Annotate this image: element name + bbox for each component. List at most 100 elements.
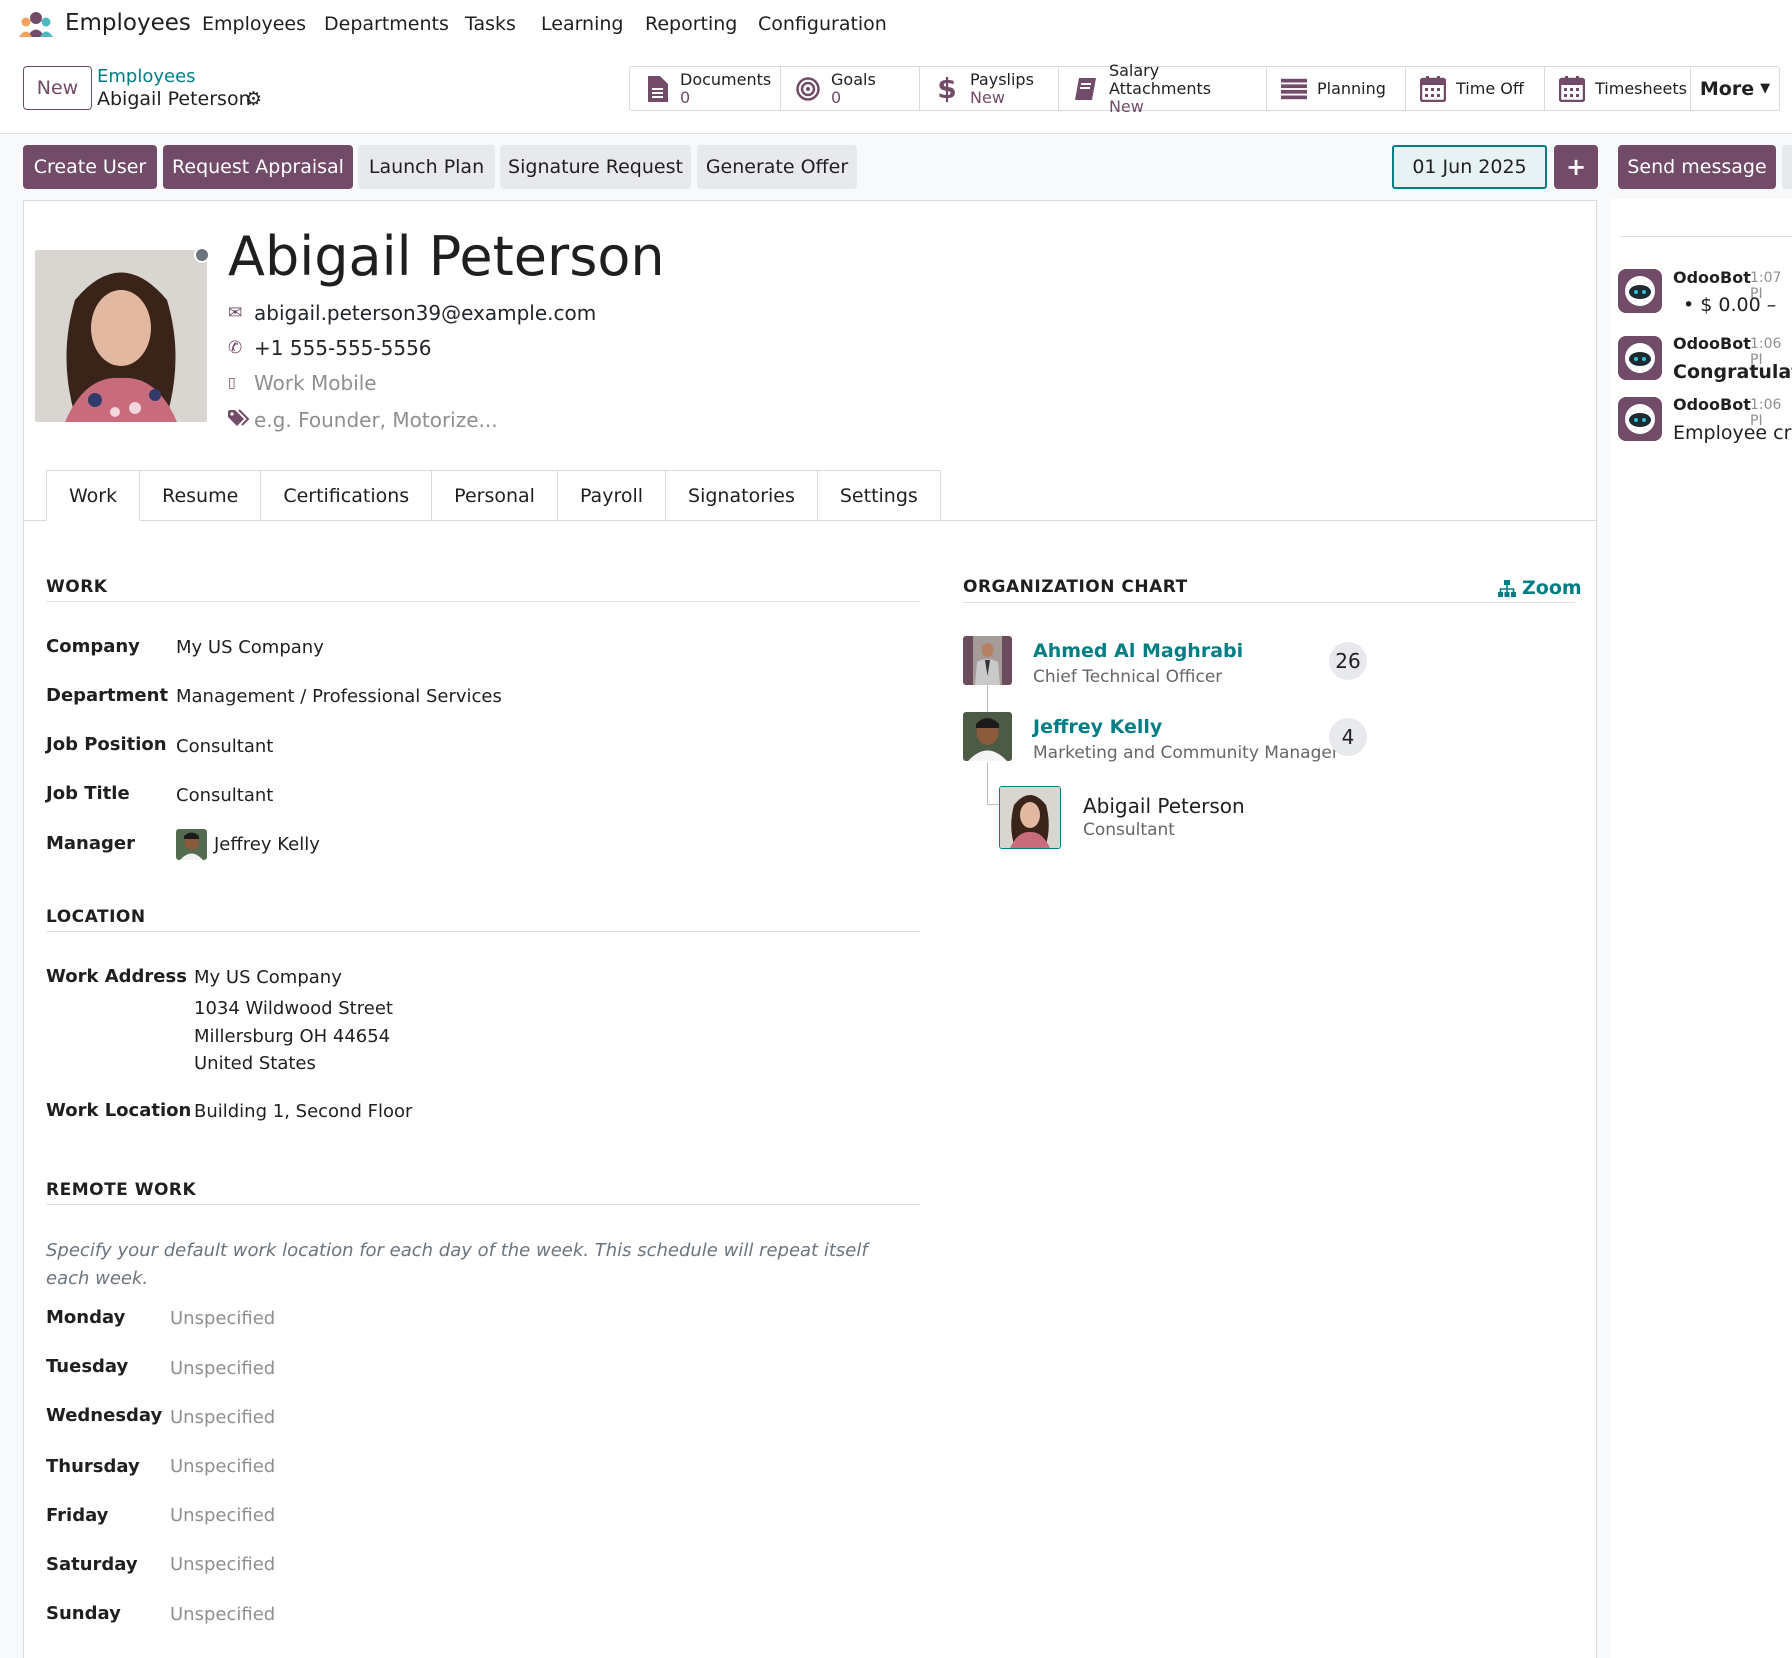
menu-configuration[interactable]: Configuration	[758, 13, 887, 35]
launch-plan-button[interactable]: Launch Plan	[358, 145, 495, 189]
odoobot-avatar	[1618, 269, 1662, 313]
log-note-button[interactable]	[1782, 145, 1792, 189]
dollar-icon: $	[937, 72, 957, 105]
wednesday-label: Wednesday	[46, 1405, 163, 1426]
manager-2-avatar[interactable]	[963, 712, 1012, 761]
smart-button-salary-attachments[interactable]: Salary Attachments New	[1058, 61, 1266, 115]
friday-label: Friday	[46, 1505, 109, 1526]
send-message-button[interactable]: Send message	[1618, 145, 1776, 189]
remote-work-hint: Specify your default work location for e…	[46, 1240, 868, 1289]
new-button[interactable]: New	[23, 66, 92, 110]
menu-reporting[interactable]: Reporting	[645, 13, 737, 35]
tuesday-label: Tuesday	[46, 1356, 129, 1377]
smart-button-timesheets[interactable]: Timesheets	[1544, 66, 1690, 111]
email-field[interactable]: ✉ abigail.peterson39@example.com	[228, 299, 596, 327]
message-3-author[interactable]: OdooBot	[1673, 395, 1751, 414]
manager-1-avatar[interactable]	[963, 636, 1012, 685]
menu-departments[interactable]: Departments	[324, 13, 449, 35]
envelope-icon: ✉	[228, 303, 243, 323]
manager-1-name[interactable]: Ahmed Al Maghrabi	[1033, 640, 1243, 662]
smart-value: 0	[831, 87, 842, 107]
employee-avatar[interactable]	[35, 250, 207, 422]
smart-label: Goals	[831, 69, 876, 89]
chatter-divider	[1620, 236, 1792, 237]
menu-learning[interactable]: Learning	[541, 13, 624, 35]
self-job: Consultant	[1083, 820, 1175, 840]
signature-request-button[interactable]: Signature Request	[500, 145, 691, 189]
mobile-icon: ▯	[228, 375, 236, 391]
odoobot-avatar	[1618, 336, 1662, 380]
more-label: More	[1699, 77, 1755, 100]
tab-work[interactable]: Work	[46, 470, 141, 521]
wednesday-value[interactable]: Unspecified	[170, 1407, 275, 1428]
date-field[interactable]: 01 Jun 2025	[1392, 145, 1547, 189]
tab-signatories[interactable]: Signatories	[666, 470, 818, 521]
target-icon	[795, 76, 821, 102]
smart-button-planning[interactable]: Planning	[1266, 66, 1405, 111]
address-line-2: 1034 Wildwood Street	[194, 998, 393, 1019]
smart-button-documents[interactable]: Documents 0	[629, 66, 780, 111]
form-tabs: Work Resume Certifications Personal Payr…	[46, 470, 941, 521]
smart-button-time-off[interactable]: Time Off	[1405, 66, 1544, 111]
app-title[interactable]: Employees	[65, 10, 191, 36]
manager-2-job: Marketing and Community Manager	[1033, 743, 1339, 763]
smart-value: New	[1108, 96, 1144, 116]
mobile-field[interactable]: ▯ Work Mobile	[228, 369, 377, 397]
org-connector	[987, 804, 999, 805]
tab-resume[interactable]: Resume	[140, 470, 262, 521]
book-icon	[1073, 76, 1099, 102]
breadcrumb-parent[interactable]: Employees	[97, 66, 196, 87]
employee-name[interactable]: Abigail Peterson	[228, 225, 665, 289]
monday-label: Monday	[46, 1307, 126, 1328]
create-user-button[interactable]: Create User	[23, 145, 157, 189]
manager-2-subordinates-count[interactable]: 4	[1329, 718, 1367, 756]
tab-certifications[interactable]: Certifications	[261, 470, 433, 521]
smart-button-payslips[interactable]: $ Payslips New	[919, 66, 1058, 111]
tab-personal[interactable]: Personal	[432, 470, 558, 521]
tab-settings[interactable]: Settings	[817, 470, 941, 521]
org-chart-title: ORGANIZATION CHART	[963, 577, 1188, 597]
phone-value: +1 555-555-5556	[254, 336, 432, 360]
department-label: Department	[46, 685, 169, 706]
work-location-label: Work Location	[46, 1100, 192, 1121]
friday-value[interactable]: Unspecified	[170, 1505, 275, 1526]
message-2-author[interactable]: OdooBot	[1673, 334, 1751, 353]
job-position-value[interactable]: Consultant	[176, 736, 273, 757]
phone-field[interactable]: ✆ +1 555-555-5556	[228, 334, 432, 362]
request-appraisal-button[interactable]: Request Appraisal	[163, 145, 353, 189]
saturday-label: Saturday	[46, 1554, 138, 1575]
menu-employees[interactable]: Employees	[202, 13, 306, 35]
sunday-value[interactable]: Unspecified	[170, 1604, 275, 1625]
manager-avatar	[176, 829, 207, 860]
thursday-value[interactable]: Unspecified	[170, 1456, 275, 1477]
calendar-icon	[1420, 75, 1446, 102]
work-section-divider	[46, 601, 920, 602]
saturday-value[interactable]: Unspecified	[170, 1554, 275, 1575]
tags-field[interactable]: e.g. Founder, Motorize...	[228, 406, 498, 434]
generate-offer-button[interactable]: Generate Offer	[697, 145, 857, 189]
work-location-value[interactable]: Building 1, Second Floor	[194, 1101, 412, 1122]
address-line-1[interactable]: My US Company	[194, 967, 342, 988]
message-1-author[interactable]: OdooBot	[1673, 268, 1751, 287]
job-title-value[interactable]: Consultant	[176, 785, 273, 806]
mobile-placeholder: Work Mobile	[254, 371, 377, 395]
monday-value[interactable]: Unspecified	[170, 1308, 275, 1329]
gear-icon[interactable]: ⚙	[245, 88, 262, 110]
plus-icon[interactable]: +	[1554, 145, 1598, 189]
manager-2-name[interactable]: Jeffrey Kelly	[1033, 716, 1162, 738]
self-avatar[interactable]	[999, 786, 1061, 849]
sitemap-icon	[1498, 579, 1516, 597]
tab-payroll[interactable]: Payroll	[557, 470, 667, 521]
smart-label: Salary Attachments	[1108, 60, 1212, 98]
manager-1-subordinates-count[interactable]: 26	[1329, 642, 1367, 680]
department-value[interactable]: Management / Professional Services	[176, 686, 502, 707]
manager-value[interactable]: Jeffrey Kelly	[214, 834, 320, 855]
menu-tasks[interactable]: Tasks	[465, 13, 516, 35]
more-button[interactable]: More ▼	[1690, 66, 1780, 111]
zoom-button[interactable]: Zoom	[1498, 577, 1582, 599]
company-value[interactable]: My US Company	[176, 637, 324, 658]
self-name: Abigail Peterson	[1083, 794, 1245, 818]
employees-app-icon[interactable]	[19, 11, 53, 37]
tuesday-value[interactable]: Unspecified	[170, 1358, 275, 1379]
smart-button-goals[interactable]: Goals 0	[780, 66, 919, 111]
